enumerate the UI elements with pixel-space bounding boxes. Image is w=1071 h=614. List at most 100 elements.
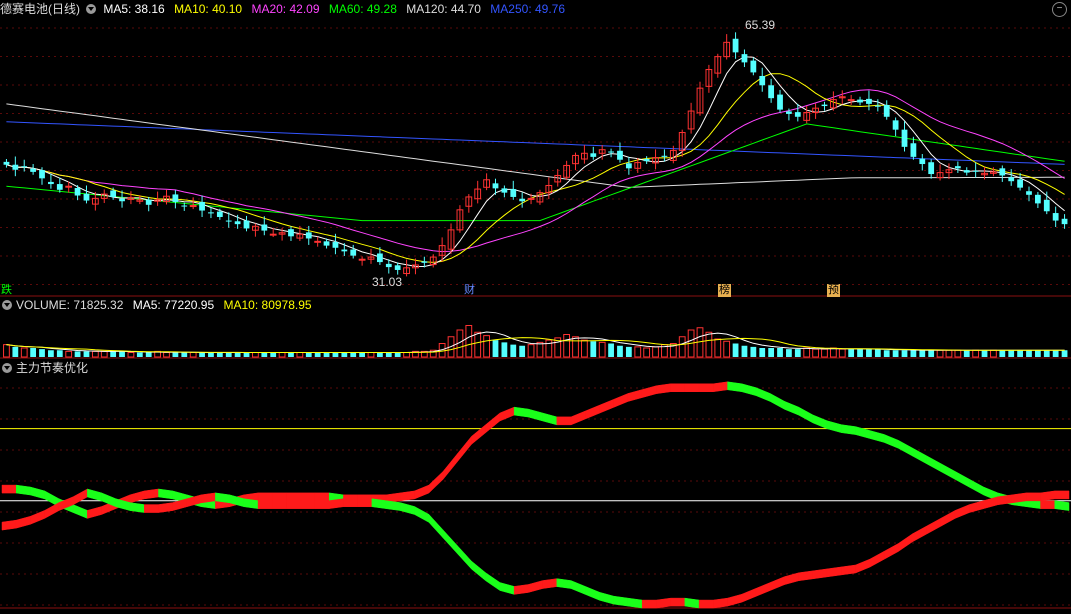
indicator-upper-band [144,488,159,500]
indicator-upper-band [940,463,956,480]
volume-bar [714,338,722,358]
indicator-upper-band [898,439,913,457]
volume-bar [3,344,10,358]
event-marker-1[interactable]: 财 [463,284,476,297]
indicator-lower-band [599,591,614,605]
candle [741,54,748,63]
ma5-value: MA5: 38.16 [103,2,165,16]
candle [377,253,383,263]
minimize-icon[interactable]: − [1052,2,1067,17]
volume-bar [208,352,214,357]
volume-bar [829,347,837,358]
indicator-lower-band [15,515,31,529]
candle [261,224,268,231]
indicator-lower-band [87,488,102,502]
volume-bar [83,351,90,357]
volume-bar [527,344,535,358]
candle [208,212,214,214]
indicator-lower-band [272,500,287,509]
volume-bar [1026,350,1032,357]
volume-bar [100,350,108,358]
candle [145,199,152,205]
candle [910,143,917,157]
volume-bar [332,352,339,357]
candle [519,198,526,202]
volume-bar [545,339,553,358]
stock-title[interactable]: 德赛电池(日线) [0,2,80,16]
main-chart-header: 德赛电池(日线) MA5: 38.16 MA10: 40.10 MA20: 42… [0,1,571,17]
volume-bar [394,352,401,357]
indicator-upper-band [272,492,287,502]
candle [65,185,73,188]
indicator-upper-band [656,383,671,394]
indicator-lower-band [826,566,842,578]
indicator-lower-band [713,597,728,609]
volume-bar [812,348,819,358]
volume-bar [954,349,962,358]
candle [617,150,623,160]
dropdown-icon[interactable] [2,300,12,310]
volume-bar [838,348,846,358]
volume-bar [216,352,223,357]
ma5-line [6,56,1065,268]
candle [119,198,125,202]
volume-bar [803,347,811,358]
candle [350,249,357,256]
indicator-lower-band [499,582,515,595]
indicator-lower-band [1026,492,1041,502]
indicator-lower-band [72,488,88,506]
candle [625,163,632,169]
volume-bar [625,346,632,357]
event-marker-0[interactable]: 跌 [0,284,13,297]
indicator-upper-band [286,492,302,502]
indicator-upper-band [457,435,472,463]
volume-bar [20,347,28,358]
indicator-title[interactable]: 主力节奏优化 [16,361,88,375]
event-marker-2[interactable]: 榜 [718,284,731,297]
candle [963,170,970,173]
indicator-lower-band [812,568,828,580]
event-marker-3[interactable]: 预 [827,284,840,297]
candle [83,193,90,201]
volume-bar [794,349,801,357]
candle [172,194,179,202]
indicator-upper-band [513,406,529,418]
volume-bar [65,350,73,358]
low-price-label: 31.03 [372,275,403,289]
volume-ma5: MA5: 77220.95 [132,298,215,312]
volume-bar [305,352,312,357]
candle [225,220,232,222]
volume-bar [768,348,775,357]
candle [857,99,863,103]
dropdown-icon[interactable] [2,363,12,373]
indicator-upper-band [485,412,501,434]
indicator-upper-band [442,453,458,481]
indicator-lower-band [158,502,173,513]
candle [661,155,668,157]
volume-bar [759,348,766,357]
candle [901,129,908,147]
volume-bar [278,352,286,358]
candle [110,190,117,197]
candle [74,188,81,196]
candle [48,181,54,185]
volume-bar [617,345,623,357]
candle [883,104,890,117]
indicator-upper-band [556,416,572,426]
indicator-lower-band [841,564,856,576]
volume-bar [999,350,1006,357]
volume-bar [848,349,855,357]
indicator-lower-band [641,599,657,609]
candle [199,201,205,211]
volume-bar [732,343,739,357]
candle [919,158,926,165]
volume-bar [936,349,944,358]
dropdown-icon[interactable] [86,4,96,14]
indicator-lower-band [400,502,415,515]
volume-bar [563,334,571,358]
indicator-upper-band [414,484,430,500]
volume-bar [261,352,268,357]
indicator-header: 主力节奏优化 [0,360,94,376]
volume-bar [581,339,588,358]
candle [394,265,401,270]
